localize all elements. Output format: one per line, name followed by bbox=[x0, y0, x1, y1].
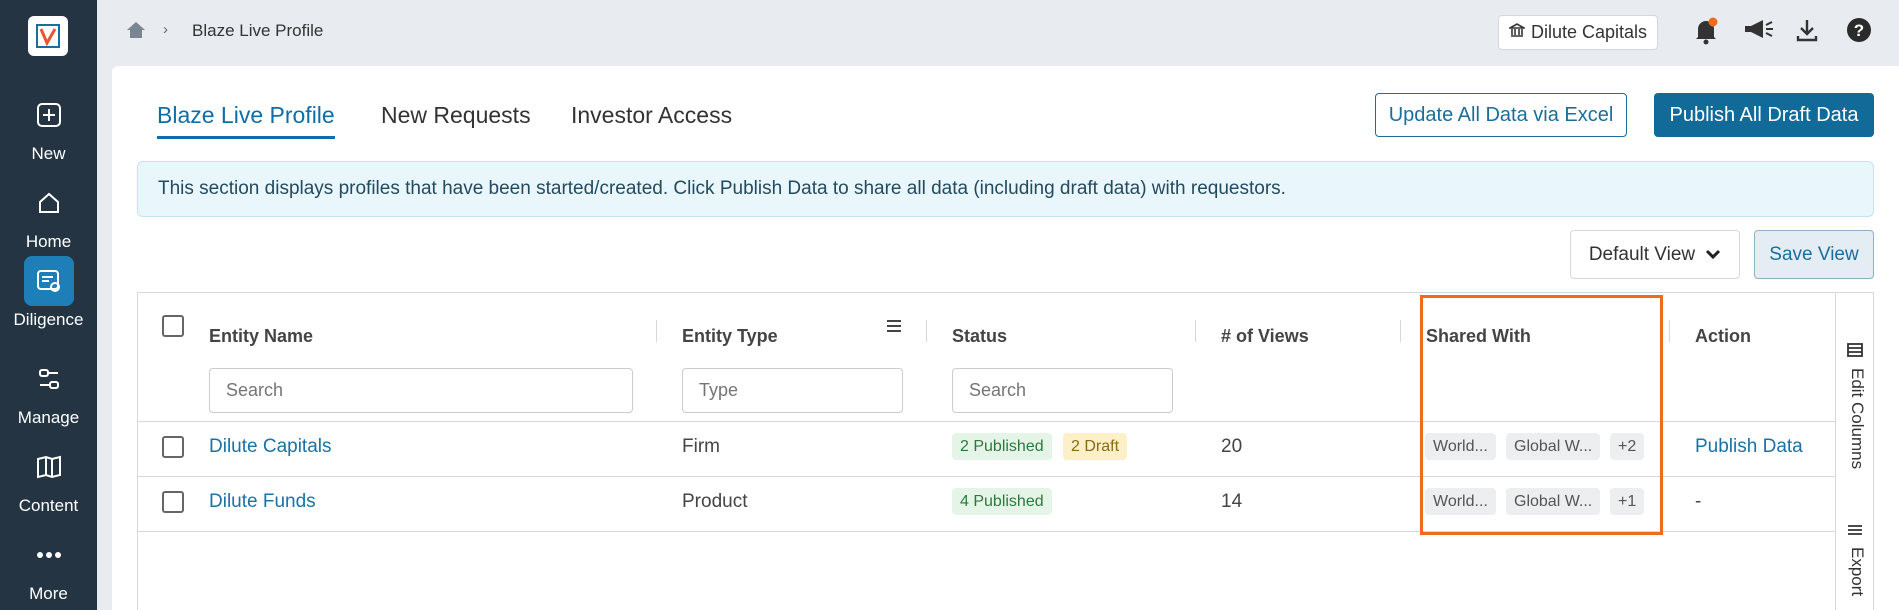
row-checkbox[interactable] bbox=[162, 436, 184, 458]
action-cell: - bbox=[1695, 491, 1702, 512]
status-badge-draft: 2 Draft bbox=[1063, 433, 1128, 460]
publish-all-button[interactable]: Publish All Draft Data bbox=[1654, 93, 1874, 137]
sidebar-item-new[interactable]: New bbox=[0, 90, 97, 174]
column-header-entity-name[interactable]: Entity Name bbox=[209, 326, 313, 347]
edit-columns-label: Edit Columns bbox=[1848, 368, 1867, 470]
help-icon[interactable]: ? bbox=[1846, 17, 1872, 48]
home-icon[interactable] bbox=[125, 20, 147, 45]
logo-mark-icon bbox=[36, 24, 60, 48]
diligence-icon bbox=[23, 256, 74, 306]
bank-icon bbox=[1506, 22, 1528, 43]
sidebar: New Home Diligence Manage Content More bbox=[0, 0, 97, 610]
column-divider[interactable] bbox=[1400, 320, 1401, 342]
save-view-button[interactable]: Save View bbox=[1754, 230, 1874, 279]
info-banner: This section displays profiles that have… bbox=[137, 161, 1874, 217]
sidebar-item-label: Home bbox=[25, 232, 72, 251]
view-select[interactable]: Default View bbox=[1570, 230, 1740, 279]
breadcrumb: Blaze Live Profile bbox=[192, 21, 324, 40]
sidebar-item-diligence[interactable]: Diligence bbox=[0, 256, 97, 340]
table-side-rail: Edit Columns Export bbox=[1835, 293, 1875, 610]
status-search-input[interactable] bbox=[952, 368, 1173, 413]
entity-type-cell: Product bbox=[682, 491, 748, 512]
tab-blaze-live-profile[interactable]: Blaze Live Profile bbox=[157, 102, 335, 129]
export-button[interactable]: Export bbox=[1847, 523, 1867, 601]
column-header-action[interactable]: Action bbox=[1695, 326, 1751, 347]
export-icon bbox=[1847, 523, 1867, 541]
export-label: Export bbox=[1848, 547, 1867, 597]
column-header-views[interactable]: # of Views bbox=[1221, 326, 1309, 347]
entity-type-cell: Firm bbox=[682, 436, 720, 457]
chevron-down-icon bbox=[1705, 244, 1721, 266]
chevron-right-icon: › bbox=[163, 21, 168, 38]
home-icon bbox=[24, 178, 74, 228]
sidebar-item-label: More bbox=[29, 584, 68, 603]
publish-data-link[interactable]: Publish Data bbox=[1695, 436, 1803, 458]
sidebar-item-more[interactable]: More bbox=[0, 530, 97, 610]
column-divider[interactable] bbox=[656, 320, 657, 342]
manage-icon bbox=[24, 354, 74, 404]
megaphone-icon[interactable] bbox=[1742, 17, 1776, 48]
shared-with-highlight-box bbox=[1420, 295, 1663, 535]
org-name: Dilute Capitals bbox=[1531, 22, 1648, 42]
sidebar-item-label: New bbox=[31, 144, 66, 163]
more-dots-icon bbox=[24, 530, 74, 580]
views-cell: 20 bbox=[1221, 436, 1243, 457]
entity-name-link[interactable]: Dilute Funds bbox=[209, 491, 316, 513]
select-all-checkbox[interactable] bbox=[162, 315, 184, 337]
tab-investor-access[interactable]: Investor Access bbox=[571, 102, 732, 129]
entity-name-search-input[interactable] bbox=[209, 368, 633, 413]
sidebar-item-content[interactable]: Content bbox=[0, 442, 97, 526]
entity-type-filter-input[interactable] bbox=[682, 368, 903, 413]
svg-text:?: ? bbox=[1854, 21, 1864, 40]
sidebar-item-manage[interactable]: Manage bbox=[0, 354, 97, 438]
sidebar-item-home[interactable]: Home bbox=[0, 178, 97, 262]
column-header-status[interactable]: Status bbox=[952, 326, 1007, 347]
columns-icon bbox=[1847, 343, 1887, 362]
sidebar-item-label: Content bbox=[18, 496, 79, 515]
row-checkbox[interactable] bbox=[162, 491, 184, 513]
sidebar-item-label: Manage bbox=[17, 408, 80, 427]
status-badge-published: 2 Published bbox=[952, 433, 1052, 460]
download-icon[interactable] bbox=[1794, 17, 1820, 48]
app-logo[interactable] bbox=[28, 16, 68, 56]
active-tab-indicator bbox=[157, 136, 335, 139]
entity-name-link[interactable]: Dilute Capitals bbox=[209, 436, 332, 458]
views-cell: 14 bbox=[1221, 491, 1243, 512]
update-excel-button[interactable]: Update All Data via Excel bbox=[1375, 93, 1627, 137]
top-bar: › Blaze Live Profile Dilute Capitals ? bbox=[97, 0, 1899, 66]
tab-new-requests[interactable]: New Requests bbox=[381, 102, 531, 129]
column-divider[interactable] bbox=[1195, 320, 1196, 342]
plus-square-icon bbox=[24, 90, 74, 140]
column-header-entity-type[interactable]: Entity Type bbox=[682, 326, 778, 347]
book-icon bbox=[24, 442, 74, 492]
org-switcher-button[interactable]: Dilute Capitals bbox=[1498, 15, 1659, 50]
banner-text: This section displays profiles that have… bbox=[158, 178, 1286, 199]
sidebar-item-label: Diligence bbox=[13, 310, 84, 329]
status-badge-published: 4 Published bbox=[952, 488, 1052, 515]
edit-columns-button[interactable]: Edit Columns bbox=[1847, 343, 1887, 474]
column-divider[interactable] bbox=[1669, 320, 1670, 342]
bell-icon[interactable] bbox=[1693, 17, 1719, 50]
column-menu-icon[interactable] bbox=[886, 319, 902, 338]
view-select-value: Default View bbox=[1588, 243, 1696, 265]
column-divider[interactable] bbox=[926, 320, 927, 342]
